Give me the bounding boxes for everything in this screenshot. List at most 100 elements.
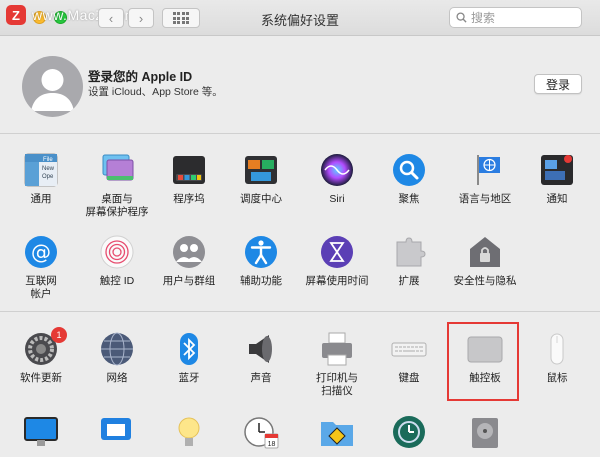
pref-touch-id[interactable]: 触控 ID bbox=[81, 234, 153, 288]
mouse-icon bbox=[550, 333, 564, 365]
pref-label: 网络 bbox=[106, 372, 128, 384]
time-machine-icon bbox=[393, 416, 425, 448]
pref-internet-accounts[interactable]: @ 互联网 帐户 bbox=[5, 234, 77, 301]
pref-label: 通知 bbox=[546, 193, 568, 205]
search-icon bbox=[456, 12, 467, 23]
pref-security-privacy[interactable]: 安全性与隐私 bbox=[449, 234, 521, 288]
grid-icon bbox=[172, 12, 190, 24]
search-input[interactable] bbox=[471, 10, 571, 25]
pref-label: 桌面与 屏幕保护程序 bbox=[85, 193, 149, 218]
svg-text:@: @ bbox=[31, 240, 51, 264]
navigation-buttons: ‹ › bbox=[98, 8, 154, 28]
pref-label: 用户与群组 bbox=[162, 275, 216, 287]
pref-label: 通用 bbox=[30, 193, 52, 205]
forward-button[interactable]: › bbox=[128, 8, 154, 28]
avatar[interactable] bbox=[22, 56, 83, 117]
pref-label: 键盘 bbox=[398, 372, 420, 384]
network-icon bbox=[101, 332, 133, 366]
pref-software-update[interactable]: 1 软件更新 bbox=[5, 327, 77, 385]
pref-energy-saver[interactable] bbox=[153, 414, 225, 450]
show-all-button[interactable] bbox=[162, 8, 200, 28]
pref-label: 声音 bbox=[250, 372, 272, 384]
pref-general[interactable]: File New Ope 通用 bbox=[5, 152, 77, 206]
accessibility-icon bbox=[245, 236, 277, 268]
pref-label: 安全性与隐私 bbox=[453, 275, 517, 287]
pref-bluetooth[interactable]: 蓝牙 bbox=[153, 331, 225, 385]
spotlight-icon bbox=[393, 154, 425, 186]
pref-label: 屏幕使用时间 bbox=[305, 275, 369, 287]
search-field[interactable] bbox=[449, 7, 582, 28]
pref-spotlight[interactable]: 聚焦 bbox=[373, 152, 445, 206]
title-bar: Z www.MacZ.com ‹ › 系统偏好设置 bbox=[0, 0, 600, 36]
apple-id-subtitle: 设置 iCloud、App Store 等。 bbox=[88, 86, 223, 98]
sound-icon bbox=[249, 335, 272, 363]
svg-text:File: File bbox=[43, 157, 53, 163]
calendar-day-label: 18 bbox=[268, 441, 276, 448]
mission-control-icon bbox=[245, 156, 277, 184]
energy-saver-icon bbox=[178, 417, 200, 446]
bluetooth-icon bbox=[180, 333, 198, 365]
pref-displays[interactable] bbox=[5, 414, 77, 450]
login-button[interactable]: 登录 bbox=[534, 74, 582, 94]
pref-label: 扩展 bbox=[398, 275, 420, 287]
pref-dock[interactable]: 程序坞 bbox=[153, 152, 225, 206]
pref-users-groups[interactable]: 用户与群组 bbox=[153, 234, 225, 288]
highlight-trackpad-box bbox=[447, 322, 519, 401]
pref-printers-scanners[interactable]: 打印机与 扫描仪 bbox=[301, 331, 373, 398]
touch-id-icon bbox=[100, 235, 134, 269]
internet-accounts-icon: @ bbox=[25, 236, 57, 268]
pref-network[interactable]: 网络 bbox=[81, 331, 153, 385]
pref-accessibility[interactable]: 辅助功能 bbox=[225, 234, 297, 288]
pref-keyboard[interactable]: 键盘 bbox=[373, 331, 445, 385]
pref-label: 聚焦 bbox=[398, 193, 420, 205]
pref-label: 蓝牙 bbox=[178, 372, 200, 384]
extensions-icon bbox=[396, 237, 426, 267]
pref-sidecar[interactable] bbox=[81, 414, 153, 450]
notifications-icon bbox=[541, 155, 573, 185]
pref-label: 程序坞 bbox=[173, 193, 205, 205]
pref-screen-time[interactable]: 屏幕使用时间 bbox=[301, 234, 373, 288]
displays-icon bbox=[24, 417, 58, 446]
pref-mouse[interactable]: 鼠标 bbox=[521, 331, 593, 385]
update-badge: 1 bbox=[51, 327, 67, 343]
siri-icon bbox=[321, 154, 353, 186]
watermark-logo: Z bbox=[6, 5, 26, 25]
pref-label: 语言与地区 bbox=[458, 193, 512, 205]
pref-startup-disk[interactable] bbox=[449, 414, 521, 450]
pref-date-time[interactable]: 18 bbox=[225, 414, 297, 450]
pref-time-machine[interactable] bbox=[373, 414, 445, 450]
pref-sharing[interactable] bbox=[301, 414, 373, 450]
pref-label: 鼠标 bbox=[546, 372, 568, 384]
sharing-icon bbox=[321, 422, 353, 446]
printers-scanners-icon bbox=[322, 332, 352, 366]
pref-label: Siri bbox=[329, 193, 345, 205]
back-button[interactable]: ‹ bbox=[98, 8, 124, 28]
security-privacy-icon bbox=[470, 237, 500, 267]
dock-icon bbox=[173, 156, 205, 184]
general-icon: File New Ope bbox=[24, 153, 58, 187]
pref-language-region[interactable]: 语言与地区 bbox=[449, 152, 521, 206]
pref-label: 软件更新 bbox=[20, 372, 62, 384]
screen-time-icon bbox=[321, 236, 353, 268]
pref-notifications[interactable]: 通知 bbox=[521, 152, 593, 206]
startup-disk-icon bbox=[472, 418, 498, 448]
pref-label: 互联网 帐户 bbox=[25, 275, 57, 300]
pref-mission-control[interactable]: 调度中心 bbox=[225, 152, 297, 206]
desktop-screensaver-icon bbox=[102, 154, 134, 181]
apple-id-section: 登录您的 Apple ID 设置 iCloud、App Store 等。 登录 bbox=[0, 37, 600, 134]
pref-extensions[interactable]: 扩展 bbox=[373, 234, 445, 288]
sidecar-icon bbox=[101, 418, 131, 440]
svg-text:New: New bbox=[42, 166, 55, 172]
pref-label: 辅助功能 bbox=[240, 275, 282, 287]
pref-label: 打印机与 扫描仪 bbox=[316, 372, 358, 397]
pref-siri[interactable]: Siri bbox=[301, 152, 373, 206]
apple-id-title: 登录您的 Apple ID bbox=[88, 70, 193, 84]
pref-label: 调度中心 bbox=[240, 193, 282, 205]
pref-desktop-screensaver[interactable]: 桌面与 屏幕保护程序 bbox=[81, 152, 153, 219]
date-time-icon: 18 bbox=[244, 417, 279, 449]
pref-label: 触控 ID bbox=[99, 275, 135, 287]
keyboard-icon bbox=[391, 342, 427, 357]
users-groups-icon bbox=[173, 236, 205, 268]
user-silhouette-icon bbox=[31, 69, 74, 111]
pref-sound[interactable]: 声音 bbox=[225, 331, 297, 385]
